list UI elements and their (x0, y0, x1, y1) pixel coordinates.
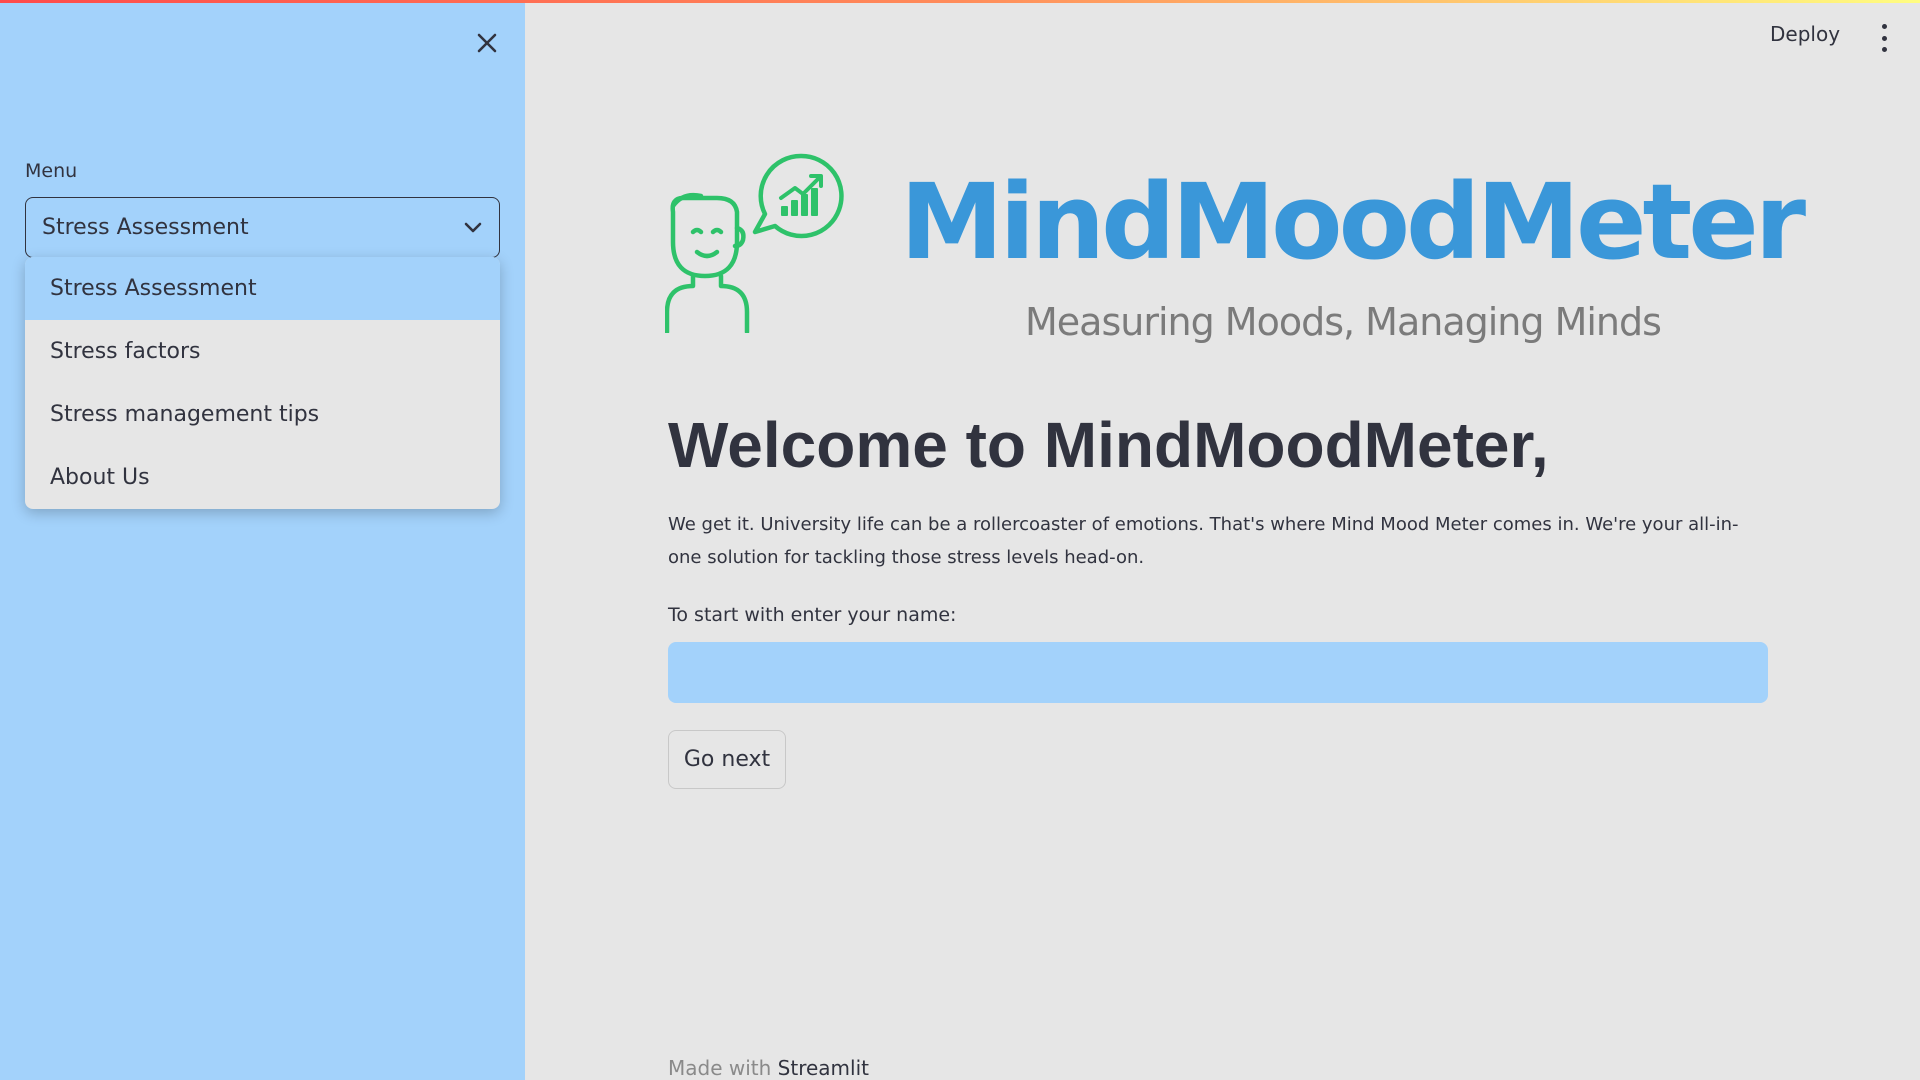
logo-tagline: Measuring Moods, Managing Minds (1025, 300, 1662, 344)
kebab-dot (1881, 47, 1887, 52)
deploy-button[interactable]: Deploy (1770, 22, 1840, 46)
app-logo: MindMoodMeter Measuring Moods, Managing … (665, 148, 1806, 344)
footer-prefix: Made with (668, 1056, 772, 1080)
footer: Made with Streamlit (668, 1056, 869, 1080)
logo-title: MindMoodMeter (900, 161, 1806, 283)
intro-paragraph: We get it. University life can be a roll… (668, 514, 1739, 568)
chevron-down-icon (463, 218, 483, 238)
dropdown-option-about-us[interactable]: About Us (25, 446, 500, 509)
dropdown-option-stress-management-tips[interactable]: Stress management tips (25, 383, 500, 446)
go-next-button[interactable]: Go next (668, 730, 786, 789)
menu-dropdown: Stress Assessment Stress factors Stress … (25, 257, 500, 509)
name-input[interactable] (668, 642, 1768, 703)
sidebar: Menu Stress Assessment Stress Assessment… (0, 0, 525, 1080)
close-sidebar-button[interactable] (470, 26, 504, 60)
dropdown-option-stress-factors[interactable]: Stress factors (25, 320, 500, 383)
person-chat-chart-icon (665, 153, 844, 333)
close-icon (477, 33, 497, 53)
footer-streamlit-link[interactable]: Streamlit (778, 1056, 869, 1080)
top-decoration-bar (0, 0, 1920, 3)
menu-label: Menu (25, 160, 78, 182)
menu-select[interactable]: Stress Assessment (25, 197, 500, 258)
page-title: Welcome to MindMoodMeter, (668, 409, 1549, 481)
kebab-dot (1881, 24, 1887, 29)
kebab-dot (1881, 35, 1887, 41)
menu-select-value: Stress Assessment (42, 215, 249, 240)
kebab-menu-icon[interactable] (1872, 24, 1896, 52)
name-input-label: To start with enter your name: (668, 604, 957, 626)
dropdown-option-stress-assessment[interactable]: Stress Assessment (25, 257, 500, 320)
